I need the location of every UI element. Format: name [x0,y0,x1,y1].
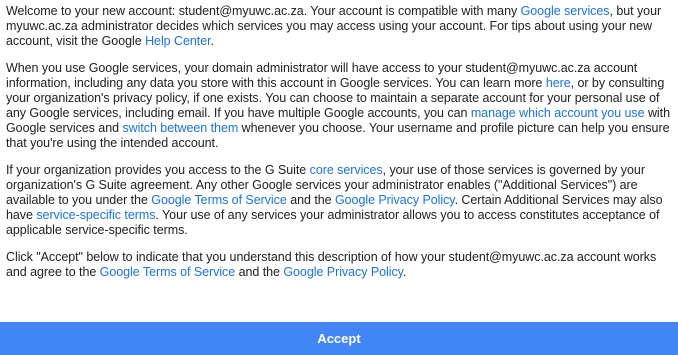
privacy-policy-link[interactable]: Google Privacy Policy [335,193,455,207]
gsuite-text-3: and the [286,193,335,207]
service-specific-terms-link[interactable]: service-specific terms [36,208,155,222]
terms-content: Welcome to your new account: student@myu… [6,4,676,292]
gsuite-paragraph: If your organization provides you access… [6,163,676,238]
learn-more-here-link[interactable]: here [546,76,571,90]
privacy-policy-link-2[interactable]: Google Privacy Policy [283,265,403,279]
gsuite-text: If your organization provides you access… [6,163,310,177]
welcome-paragraph: Welcome to your new account: student@myu… [6,4,676,49]
accept-instruction-text-2: and the [235,265,284,279]
help-center-link[interactable]: Help Center [145,34,211,48]
accept-button[interactable]: Accept [0,322,678,355]
accept-instruction-text-3: . [402,265,407,279]
manage-accounts-link[interactable]: manage which account you use [471,106,645,120]
core-services-link[interactable]: core services [310,163,383,177]
admin-access-text: When you use Google services, your domai… [6,61,638,90]
welcome-text: Welcome to your new account: student@myu… [6,4,521,18]
terms-of-service-link-2[interactable]: Google Terms of Service [100,265,236,279]
welcome-text-3: . [210,34,214,48]
google-services-link[interactable]: Google services [521,4,610,18]
accept-instruction-paragraph: Click "Accept" below to indicate that yo… [6,250,676,280]
switch-accounts-link[interactable]: switch between them [122,121,238,135]
terms-of-service-link[interactable]: Google Terms of Service [151,193,287,207]
admin-access-paragraph: When you use Google services, your domai… [6,61,676,151]
